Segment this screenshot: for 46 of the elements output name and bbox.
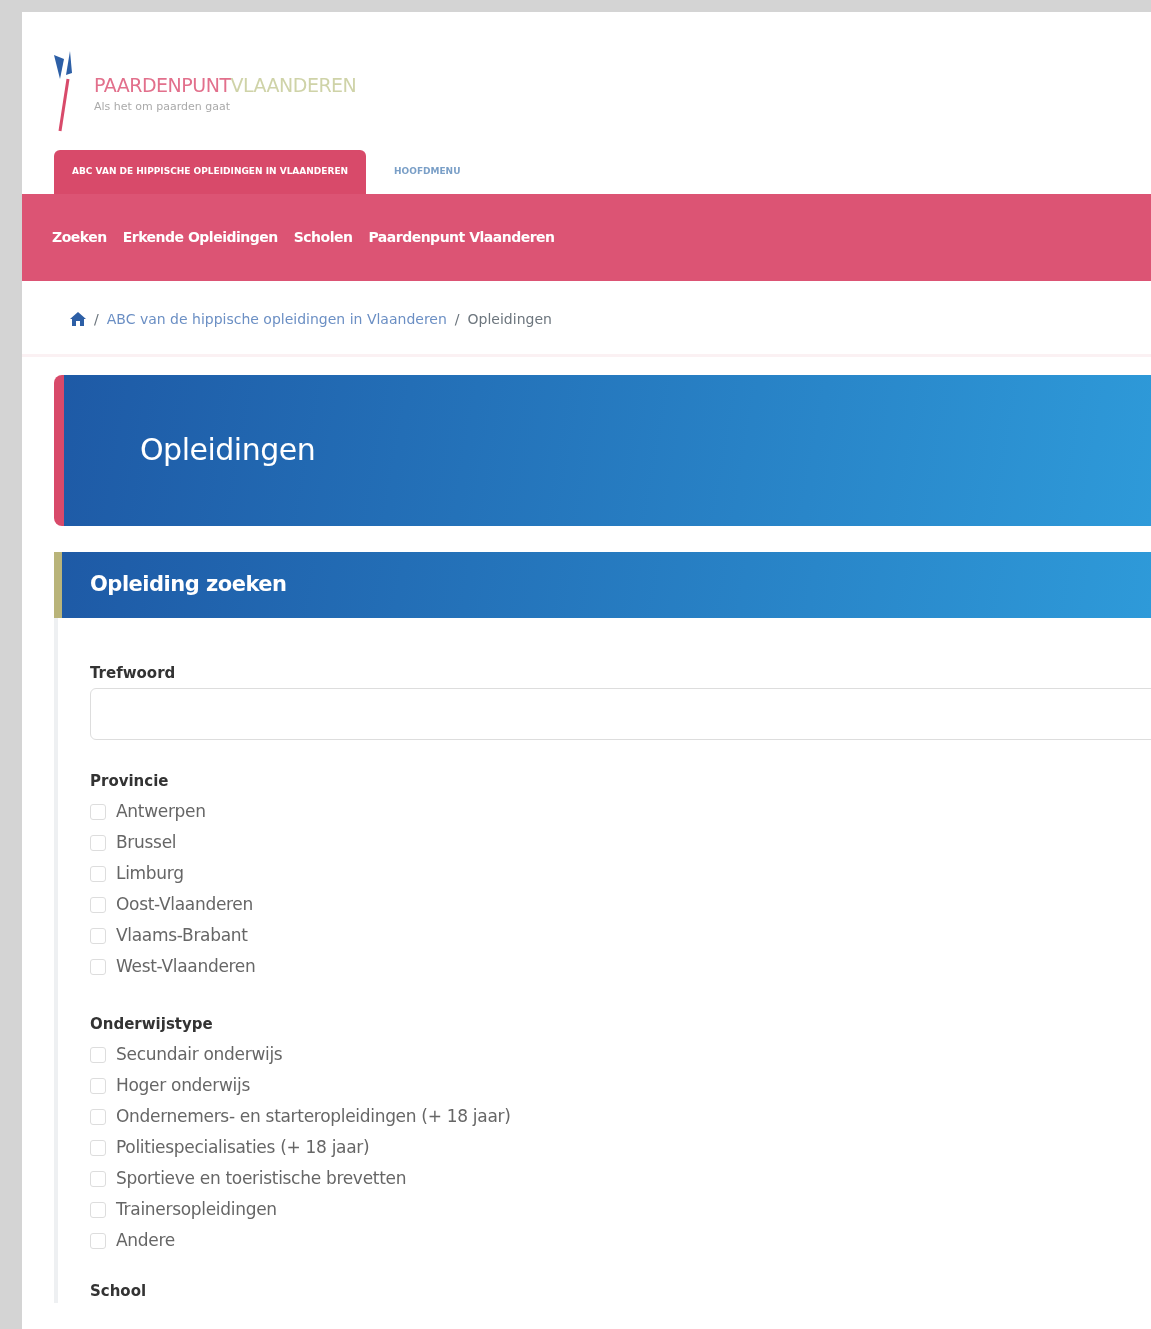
checkbox[interactable]: [90, 1139, 106, 1156]
checkbox[interactable]: [90, 1077, 106, 1094]
checkbox[interactable]: [90, 835, 106, 851]
option-label: Ondernemers- en starteropleidingen (+ 18 jaar): [116, 1104, 511, 1128]
checkbox[interactable]: [90, 1232, 106, 1249]
option-label: Hoger onderwijs: [116, 1073, 250, 1097]
option-label: Trainersopleidingen: [116, 1197, 277, 1221]
checkbox[interactable]: [90, 804, 106, 820]
option-label: Vlaams-Brabant: [116, 924, 248, 948]
nav-link[interactable]: Paardenpunt Vlaanderen: [368, 226, 555, 248]
option-label: Secundair onderwijs: [116, 1042, 283, 1066]
home-icon[interactable]: [70, 312, 86, 326]
option-label: Sportieve en toeristische brevetten: [116, 1166, 407, 1190]
breadcrumb-link[interactable]: ABC van de hippische opleidingen in Vlaanderen: [106, 308, 447, 330]
nav-link[interactable]: Scholen: [293, 226, 353, 248]
checkbox[interactable]: [90, 1046, 106, 1063]
option-label: Politiespecialisaties (+ 18 jaar): [116, 1135, 370, 1159]
keyword-field[interactable]: [90, 688, 1151, 740]
option-label: Andere: [116, 1228, 175, 1252]
option-label: Oost-Vlaanderen: [116, 893, 253, 917]
brand-name: PAARDENPUNT: [94, 73, 231, 96]
brand-name: VLAANDEREN: [230, 73, 357, 96]
checkbox[interactable]: [90, 1108, 106, 1125]
menu-tab[interactable]: ABC VAN DE HIPPISCHE OPLEIDINGEN IN VLAANDEREN: [54, 150, 367, 194]
option-label: West-Vlaanderen: [116, 955, 256, 979]
page-title: Opleidingen: [140, 432, 316, 468]
nav-link[interactable]: Erkende Opleidingen: [122, 226, 278, 248]
panel-title: Opleiding zoeken: [90, 571, 287, 598]
field-label: Trefwoord: [90, 662, 177, 684]
breadcrumb-current: Opleidingen: [467, 309, 552, 329]
option-label: Antwerpen: [116, 800, 206, 824]
checkbox[interactable]: [90, 866, 106, 882]
breadcrumb-separator: /: [454, 309, 460, 329]
option-label: Limburg: [116, 862, 184, 886]
checkbox[interactable]: [90, 1201, 106, 1218]
checkbox[interactable]: [90, 1170, 106, 1187]
checkbox[interactable]: [90, 959, 106, 975]
breadcrumb-separator: /: [94, 309, 99, 329]
nav-link[interactable]: Zoeken: [52, 226, 107, 248]
tagline: Als het om paarden gaat: [94, 99, 232, 115]
checkbox[interactable]: [90, 897, 106, 913]
field-label: Onderwijstype: [90, 1013, 214, 1035]
option-label: Brussel: [116, 831, 177, 855]
field-label: School: [90, 1281, 148, 1302]
checkbox[interactable]: [90, 928, 106, 944]
field-label: Provincie: [90, 771, 170, 792]
